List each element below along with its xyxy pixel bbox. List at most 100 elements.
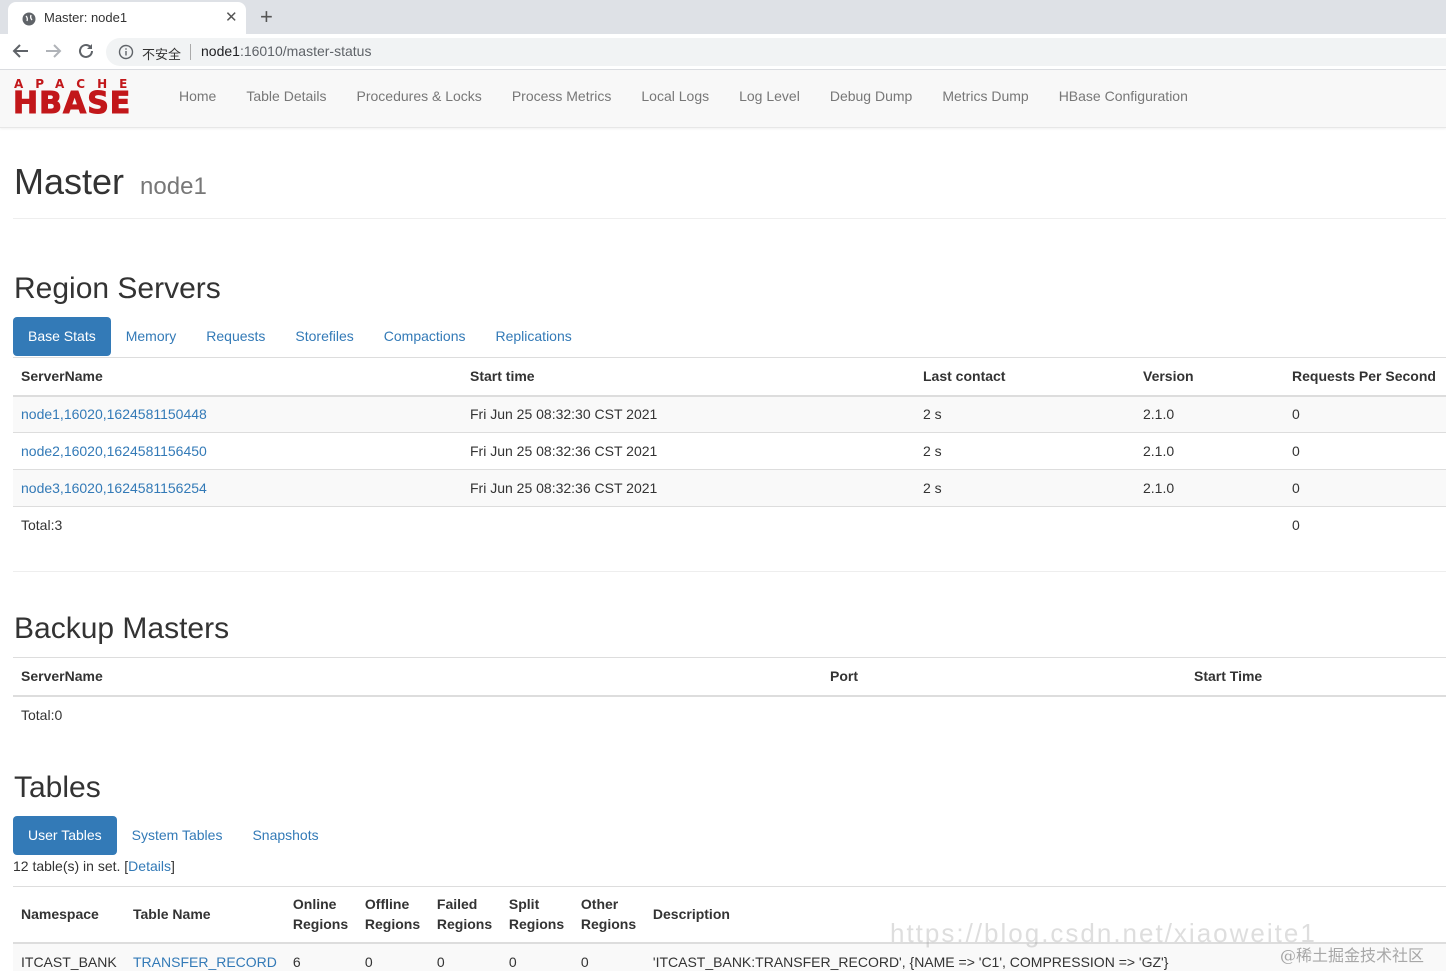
browser-toolbar: 不安全 node1:16010/master-status (0, 34, 1446, 70)
address-bar[interactable]: 不安全 node1:16010/master-status (106, 38, 1446, 66)
server-link[interactable]: node3,16020,1624581156254 (21, 480, 207, 496)
table-row: node1,16020,1624581150448 Fri Jun 25 08:… (13, 395, 1446, 433)
col-last-contact: Last contact (915, 357, 1135, 397)
cell: Fri Jun 25 08:32:30 CST 2021 (462, 395, 915, 433)
hbase-logo[interactable]: APACHE HBASE (12, 77, 153, 122)
divider (13, 571, 1446, 572)
info-icon[interactable] (118, 44, 134, 60)
total-row: Total:0 (13, 696, 1446, 733)
table-row: node3,16020,1624581156254 Fri Jun 25 08:… (13, 469, 1446, 507)
nav-local-logs[interactable]: Local Logs (626, 70, 724, 128)
back-button[interactable] (9, 39, 33, 63)
tab-user-tables[interactable]: User Tables (13, 816, 117, 855)
col-online-regions: Online Regions (284, 886, 357, 944)
nav-debug-dump[interactable]: Debug Dump (815, 70, 928, 128)
close-tab-icon[interactable]: ✕ (225, 8, 238, 26)
new-tab-button[interactable]: + (260, 4, 273, 30)
tables-heading: Tables (14, 771, 101, 804)
logo-hbase-text: HBASE (12, 86, 132, 122)
page-title-text: Master (14, 161, 125, 202)
total-requests: 0 (1284, 506, 1446, 544)
cell: 2.1.0 (1135, 395, 1284, 433)
insecure-label: 不安全 (142, 47, 182, 62)
reload-button[interactable] (74, 39, 98, 63)
url-watermark: https://blog.csdn.net/xiaoweite1 (890, 918, 1317, 948)
cell: 2 s (915, 469, 1135, 507)
watermark: @稀土掘金技术社区 (1280, 946, 1425, 965)
browser-tab[interactable]: Master: node1 ✕ (8, 2, 246, 34)
col-servername: ServerName (13, 357, 462, 397)
cell: 2.1.0 (1135, 469, 1284, 507)
cell: Fri Jun 25 08:32:36 CST 2021 (462, 432, 915, 470)
cell: 0 (1284, 395, 1446, 433)
col-version: Version (1135, 357, 1284, 397)
tab-storefiles[interactable]: Storefiles (280, 317, 368, 356)
url-text[interactable]: node1:16010/master-status (201, 43, 371, 59)
col-failed-regions: Failed Regions (428, 886, 501, 944)
nav-metrics-dump[interactable]: Metrics Dump (927, 70, 1043, 128)
region-servers-tabs: Base Stats Memory Requests Storefiles Co… (13, 317, 587, 357)
total-label: Total:3 (13, 506, 462, 544)
tables-count: 12 table(s) in set. [Details] (13, 858, 175, 874)
col-start-time: Start time (462, 357, 915, 397)
cell: 2 s (915, 432, 1135, 470)
url-divider (190, 44, 191, 60)
cell: 0 (356, 942, 429, 971)
page-title: Master node1 (14, 161, 207, 203)
cell: 2.1.0 (1135, 432, 1284, 470)
forward-button[interactable] (41, 39, 65, 63)
url-host: node1 (201, 43, 240, 59)
cell: ITCAST_BANK (13, 942, 125, 971)
cell: 0 (428, 942, 501, 971)
backup-masters-heading: Backup Masters (14, 612, 230, 645)
nav-home[interactable]: Home (164, 70, 231, 128)
tab-base-stats[interactable]: Base Stats (13, 317, 111, 356)
col-port: Port (822, 657, 1186, 697)
tab-requests[interactable]: Requests (191, 317, 280, 356)
details-link[interactable]: Details (128, 858, 171, 874)
hbase-navbar: APACHE HBASE Home Table Details Procedur… (0, 70, 1446, 128)
globe-icon (22, 12, 36, 26)
col-start-time: Start Time (1186, 657, 1446, 697)
tab-compactions[interactable]: Compactions (369, 317, 481, 356)
nav-process-metrics[interactable]: Process Metrics (497, 70, 627, 128)
cell: Fri Jun 25 08:32:36 CST 2021 (462, 469, 915, 507)
forward-arrow-icon (46, 44, 62, 58)
server-link[interactable]: node1,16020,1624581150448 (21, 406, 207, 422)
backup-masters-table: ServerName Port Start Time Total:0 (13, 657, 1446, 733)
browser-tabstrip: Master: node1 ✕ + (0, 0, 1446, 34)
nav-log-level[interactable]: Log Level (724, 70, 815, 128)
cell: 0 (1284, 432, 1446, 470)
col-requests-per-second: Requests Per Second (1284, 357, 1446, 397)
col-servername: ServerName (13, 657, 822, 697)
cell: 0 (1284, 469, 1446, 507)
col-other-regions: Other Regions (572, 886, 645, 944)
page-subtitle: node1 (140, 173, 207, 200)
nav-procedures-locks[interactable]: Procedures & Locks (342, 70, 497, 128)
tables-count-text: 12 table(s) in set. [ (13, 858, 129, 874)
tab-snapshots[interactable]: Snapshots (237, 816, 333, 855)
divider (13, 218, 1446, 219)
tables-count-close: ] (170, 858, 175, 874)
tab-system-tables[interactable]: System Tables (117, 816, 238, 855)
server-link[interactable]: node2,16020,1624581156450 (21, 443, 207, 459)
nav-hbase-configuration[interactable]: HBase Configuration (1044, 70, 1203, 128)
col-offline-regions: Offline Regions (356, 886, 429, 944)
cell: 6 (284, 942, 357, 971)
reload-icon (79, 43, 93, 58)
cell: 0 (572, 942, 645, 971)
col-split-regions: Split Regions (500, 886, 573, 944)
nav-links: Home Table Details Procedures & Locks Pr… (164, 70, 1203, 128)
nav-table-details[interactable]: Table Details (231, 70, 341, 128)
tab-replications[interactable]: Replications (480, 317, 586, 356)
col-table-name: Table Name (125, 886, 285, 944)
tab-title: Master: node1 (44, 10, 128, 25)
url-path: :16010/master-status (239, 43, 372, 59)
region-servers-heading: Region Servers (14, 272, 221, 305)
table-name-link[interactable]: TRANSFER_RECORD (133, 954, 277, 970)
tables-tabs: User Tables System Tables Snapshots (13, 816, 334, 856)
col-namespace: Namespace (13, 886, 125, 944)
tab-memory[interactable]: Memory (111, 317, 192, 356)
total-label: Total:0 (21, 706, 63, 723)
region-servers-table: ServerName Start time Last contact Versi… (13, 357, 1446, 544)
